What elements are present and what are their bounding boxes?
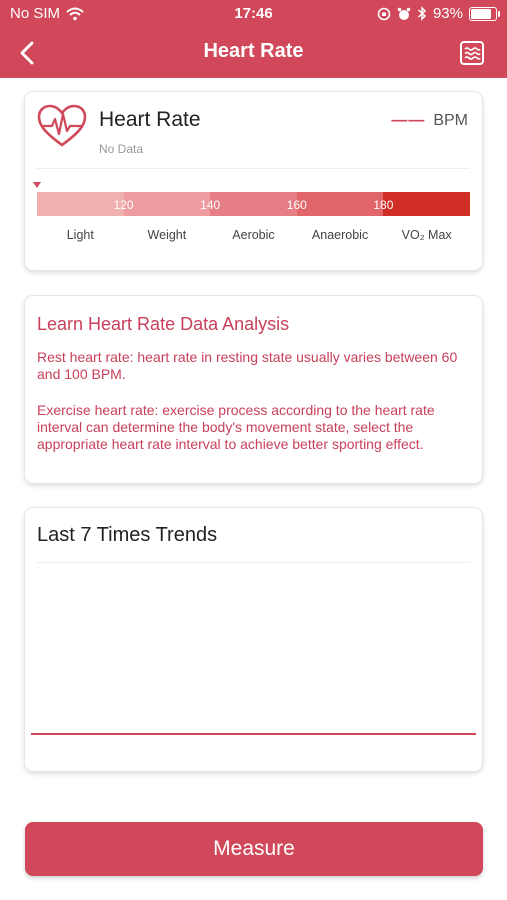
page-title: Heart Rate [203, 40, 304, 62]
divider [37, 168, 470, 169]
status-right: 93% [377, 5, 500, 22]
heart-rate-card: Heart Rate No Data —— BPM 120 140 160 180 L… [25, 92, 482, 270]
zone-segment [383, 192, 470, 216]
trend-chart-baseline [31, 733, 476, 735]
status-bar: No SIM 17:46 93% [0, 0, 507, 28]
battery-icon [469, 6, 500, 21]
zone-threshold-label: 140 [200, 198, 221, 212]
zone-label: Aerobic [232, 228, 275, 242]
zone-segment [123, 192, 211, 216]
list-icon [460, 41, 484, 65]
bluetooth-icon [417, 6, 427, 21]
zone-segment [210, 192, 297, 216]
zone-label: VO₂ Max [401, 228, 452, 242]
bpm-unit: BPM [433, 112, 468, 129]
nav-bar: Heart Rate [0, 28, 507, 78]
zone-segment [37, 192, 124, 216]
bpm-value: —— [391, 112, 426, 129]
zone-label: Anaerobic [311, 228, 369, 242]
battery-fill [471, 8, 492, 19]
exercise-heart-rate-text: Exercise heart rate: exercise process ac… [37, 402, 435, 452]
divider [37, 562, 470, 563]
zone-threshold-label: 160 [286, 198, 307, 212]
header: No SIM 17:46 93% Heart Rate [0, 0, 507, 78]
zone-threshold-label: 120 [113, 198, 134, 212]
zone-label: Light [66, 228, 94, 242]
zone-label: Weight [147, 228, 187, 242]
orientation-lock-icon [377, 7, 391, 20]
zone-threshold-label: 180 [373, 198, 394, 212]
history-button[interactable] [459, 40, 485, 66]
measure-button[interactable]: Measure [25, 822, 483, 876]
trends-title: Last 7 Times Trends [37, 524, 218, 546]
alarm-icon [397, 7, 411, 20]
learn-title: Learn Heart Rate Data Analysis [37, 314, 290, 334]
zone-segment [296, 192, 384, 216]
rest-heart-rate-text: Rest heart rate: heart rate in resting s… [37, 349, 458, 382]
heart-rate-title: Heart Rate [99, 108, 201, 131]
heart-rate-zone-bar [37, 192, 470, 216]
battery-percent: 93% [432, 5, 463, 22]
learn-card: Learn Heart Rate Data Analysis Rest hear… [25, 296, 482, 483]
trends-card: Last 7 Times Trends [25, 508, 482, 771]
heart-pulse-icon [37, 104, 87, 147]
current-zone-marker [33, 182, 41, 188]
heart-rate-status: No Data [99, 142, 144, 156]
bpm-readout: —— BPM [391, 112, 468, 130]
zone-labels: Light Weight Aerobic Anaerobic VO₂ Max [37, 228, 470, 242]
